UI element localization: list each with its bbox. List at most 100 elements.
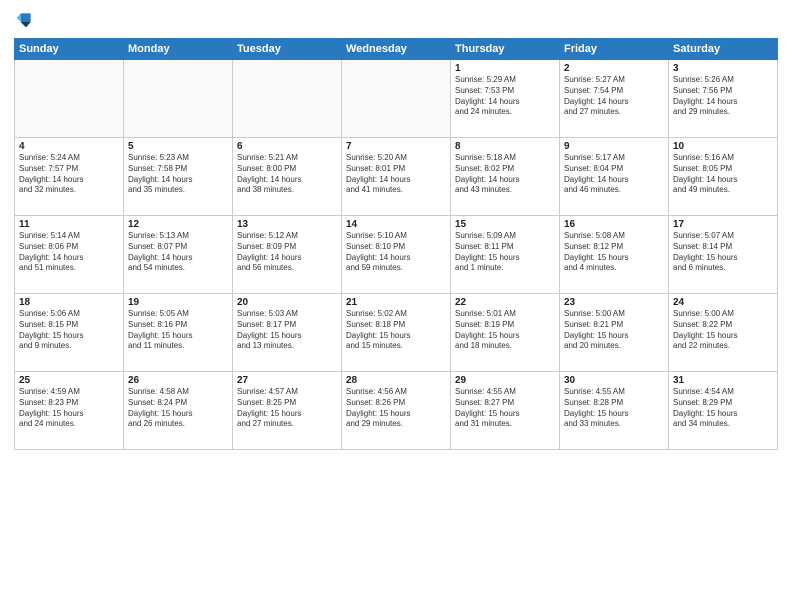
day-number: 31 [673,375,773,386]
weekday-row: SundayMondayTuesdayWednesdayThursdayFrid… [15,39,778,60]
day-cell: 9Sunrise: 5:17 AM Sunset: 8:04 PM Daylig… [560,138,669,216]
day-number: 14 [346,219,446,230]
day-cell [124,60,233,138]
day-info: Sunrise: 5:13 AM Sunset: 8:07 PM Dayligh… [128,231,228,274]
day-cell: 27Sunrise: 4:57 AM Sunset: 8:25 PM Dayli… [233,372,342,450]
week-row-3: 11Sunrise: 5:14 AM Sunset: 8:06 PM Dayli… [15,216,778,294]
day-cell: 25Sunrise: 4:59 AM Sunset: 8:23 PM Dayli… [15,372,124,450]
day-number: 15 [455,219,555,230]
day-number: 26 [128,375,228,386]
day-cell: 23Sunrise: 5:00 AM Sunset: 8:21 PM Dayli… [560,294,669,372]
day-cell: 19Sunrise: 5:05 AM Sunset: 8:16 PM Dayli… [124,294,233,372]
day-info: Sunrise: 5:00 AM Sunset: 8:21 PM Dayligh… [564,309,664,352]
weekday-header-monday: Monday [124,39,233,60]
day-info: Sunrise: 5:06 AM Sunset: 8:15 PM Dayligh… [19,309,119,352]
day-cell: 1Sunrise: 5:29 AM Sunset: 7:53 PM Daylig… [451,60,560,138]
day-cell: 21Sunrise: 5:02 AM Sunset: 8:18 PM Dayli… [342,294,451,372]
day-cell: 29Sunrise: 4:55 AM Sunset: 8:27 PM Dayli… [451,372,560,450]
logo [14,10,36,30]
day-cell: 3Sunrise: 5:26 AM Sunset: 7:56 PM Daylig… [669,60,778,138]
header [14,10,778,30]
day-cell: 26Sunrise: 4:58 AM Sunset: 8:24 PM Dayli… [124,372,233,450]
day-info: Sunrise: 5:23 AM Sunset: 7:58 PM Dayligh… [128,153,228,196]
weekday-header-sunday: Sunday [15,39,124,60]
day-cell: 20Sunrise: 5:03 AM Sunset: 8:17 PM Dayli… [233,294,342,372]
week-row-1: 1Sunrise: 5:29 AM Sunset: 7:53 PM Daylig… [15,60,778,138]
day-cell: 10Sunrise: 5:16 AM Sunset: 8:05 PM Dayli… [669,138,778,216]
day-info: Sunrise: 5:03 AM Sunset: 8:17 PM Dayligh… [237,309,337,352]
day-cell: 11Sunrise: 5:14 AM Sunset: 8:06 PM Dayli… [15,216,124,294]
day-cell: 6Sunrise: 5:21 AM Sunset: 8:00 PM Daylig… [233,138,342,216]
day-cell: 31Sunrise: 4:54 AM Sunset: 8:29 PM Dayli… [669,372,778,450]
day-info: Sunrise: 5:27 AM Sunset: 7:54 PM Dayligh… [564,75,664,118]
day-number: 20 [237,297,337,308]
day-number: 5 [128,141,228,152]
weekday-header-thursday: Thursday [451,39,560,60]
weekday-header-tuesday: Tuesday [233,39,342,60]
day-cell: 12Sunrise: 5:13 AM Sunset: 8:07 PM Dayli… [124,216,233,294]
logo-icon [14,10,34,30]
day-number: 28 [346,375,446,386]
day-number: 12 [128,219,228,230]
day-number: 18 [19,297,119,308]
calendar-table: SundayMondayTuesdayWednesdayThursdayFrid… [14,38,778,450]
day-cell: 24Sunrise: 5:00 AM Sunset: 8:22 PM Dayli… [669,294,778,372]
day-info: Sunrise: 4:54 AM Sunset: 8:29 PM Dayligh… [673,387,773,430]
day-info: Sunrise: 5:01 AM Sunset: 8:19 PM Dayligh… [455,309,555,352]
day-cell: 5Sunrise: 5:23 AM Sunset: 7:58 PM Daylig… [124,138,233,216]
day-info: Sunrise: 5:00 AM Sunset: 8:22 PM Dayligh… [673,309,773,352]
day-number: 10 [673,141,773,152]
day-number: 8 [455,141,555,152]
day-cell: 14Sunrise: 5:10 AM Sunset: 8:10 PM Dayli… [342,216,451,294]
day-info: Sunrise: 4:55 AM Sunset: 8:28 PM Dayligh… [564,387,664,430]
day-info: Sunrise: 5:26 AM Sunset: 7:56 PM Dayligh… [673,75,773,118]
day-cell: 18Sunrise: 5:06 AM Sunset: 8:15 PM Dayli… [15,294,124,372]
day-info: Sunrise: 4:56 AM Sunset: 8:26 PM Dayligh… [346,387,446,430]
day-info: Sunrise: 5:18 AM Sunset: 8:02 PM Dayligh… [455,153,555,196]
day-number: 21 [346,297,446,308]
day-info: Sunrise: 5:05 AM Sunset: 8:16 PM Dayligh… [128,309,228,352]
day-info: Sunrise: 4:58 AM Sunset: 8:24 PM Dayligh… [128,387,228,430]
day-number: 17 [673,219,773,230]
week-row-2: 4Sunrise: 5:24 AM Sunset: 7:57 PM Daylig… [15,138,778,216]
day-cell [233,60,342,138]
day-info: Sunrise: 5:07 AM Sunset: 8:14 PM Dayligh… [673,231,773,274]
day-info: Sunrise: 5:14 AM Sunset: 8:06 PM Dayligh… [19,231,119,274]
day-info: Sunrise: 5:02 AM Sunset: 8:18 PM Dayligh… [346,309,446,352]
day-info: Sunrise: 5:10 AM Sunset: 8:10 PM Dayligh… [346,231,446,274]
day-cell: 16Sunrise: 5:08 AM Sunset: 8:12 PM Dayli… [560,216,669,294]
day-info: Sunrise: 5:20 AM Sunset: 8:01 PM Dayligh… [346,153,446,196]
weekday-header-friday: Friday [560,39,669,60]
day-cell: 13Sunrise: 5:12 AM Sunset: 8:09 PM Dayli… [233,216,342,294]
day-info: Sunrise: 5:21 AM Sunset: 8:00 PM Dayligh… [237,153,337,196]
calendar-header: SundayMondayTuesdayWednesdayThursdayFrid… [15,39,778,60]
day-number: 13 [237,219,337,230]
day-cell: 7Sunrise: 5:20 AM Sunset: 8:01 PM Daylig… [342,138,451,216]
day-cell [342,60,451,138]
day-cell [15,60,124,138]
day-number: 4 [19,141,119,152]
day-number: 29 [455,375,555,386]
day-info: Sunrise: 5:12 AM Sunset: 8:09 PM Dayligh… [237,231,337,274]
weekday-header-wednesday: Wednesday [342,39,451,60]
day-number: 30 [564,375,664,386]
day-number: 6 [237,141,337,152]
day-cell: 8Sunrise: 5:18 AM Sunset: 8:02 PM Daylig… [451,138,560,216]
day-info: Sunrise: 5:09 AM Sunset: 8:11 PM Dayligh… [455,231,555,274]
day-number: 19 [128,297,228,308]
day-info: Sunrise: 5:17 AM Sunset: 8:04 PM Dayligh… [564,153,664,196]
week-row-5: 25Sunrise: 4:59 AM Sunset: 8:23 PM Dayli… [15,372,778,450]
day-cell: 17Sunrise: 5:07 AM Sunset: 8:14 PM Dayli… [669,216,778,294]
day-cell: 22Sunrise: 5:01 AM Sunset: 8:19 PM Dayli… [451,294,560,372]
day-number: 1 [455,63,555,74]
day-info: Sunrise: 5:29 AM Sunset: 7:53 PM Dayligh… [455,75,555,118]
page: SundayMondayTuesdayWednesdayThursdayFrid… [0,0,792,612]
day-number: 22 [455,297,555,308]
calendar-body: 1Sunrise: 5:29 AM Sunset: 7:53 PM Daylig… [15,60,778,450]
day-cell: 2Sunrise: 5:27 AM Sunset: 7:54 PM Daylig… [560,60,669,138]
day-number: 7 [346,141,446,152]
day-info: Sunrise: 4:55 AM Sunset: 8:27 PM Dayligh… [455,387,555,430]
day-number: 2 [564,63,664,74]
week-row-4: 18Sunrise: 5:06 AM Sunset: 8:15 PM Dayli… [15,294,778,372]
day-number: 23 [564,297,664,308]
